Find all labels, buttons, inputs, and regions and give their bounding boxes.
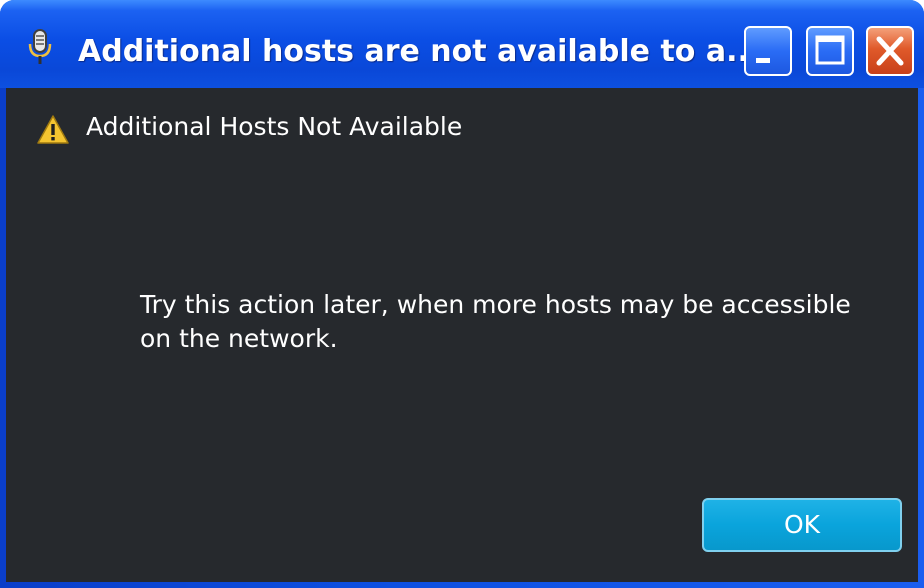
microphone-icon[interactable] (20, 26, 62, 68)
maximize-button[interactable] (806, 26, 854, 76)
minimize-button[interactable] (744, 26, 792, 76)
warning-icon (36, 114, 70, 146)
window-title: Additional hosts are not available to a.… (78, 34, 761, 69)
minimize-icon (756, 58, 770, 63)
ok-button[interactable]: OK (702, 498, 902, 552)
title-bar[interactable]: Additional hosts are not available to a.… (0, 0, 924, 88)
maximize-icon (815, 35, 845, 65)
dialog-window: Additional hosts are not available to a.… (0, 0, 924, 588)
close-icon (876, 36, 904, 66)
dialog-heading: Additional Hosts Not Available (86, 112, 463, 141)
dialog-content: Additional Hosts Not Available Try this … (6, 88, 918, 582)
dialog-message: Try this action later, when more hosts m… (140, 290, 851, 353)
close-button[interactable] (866, 26, 914, 76)
